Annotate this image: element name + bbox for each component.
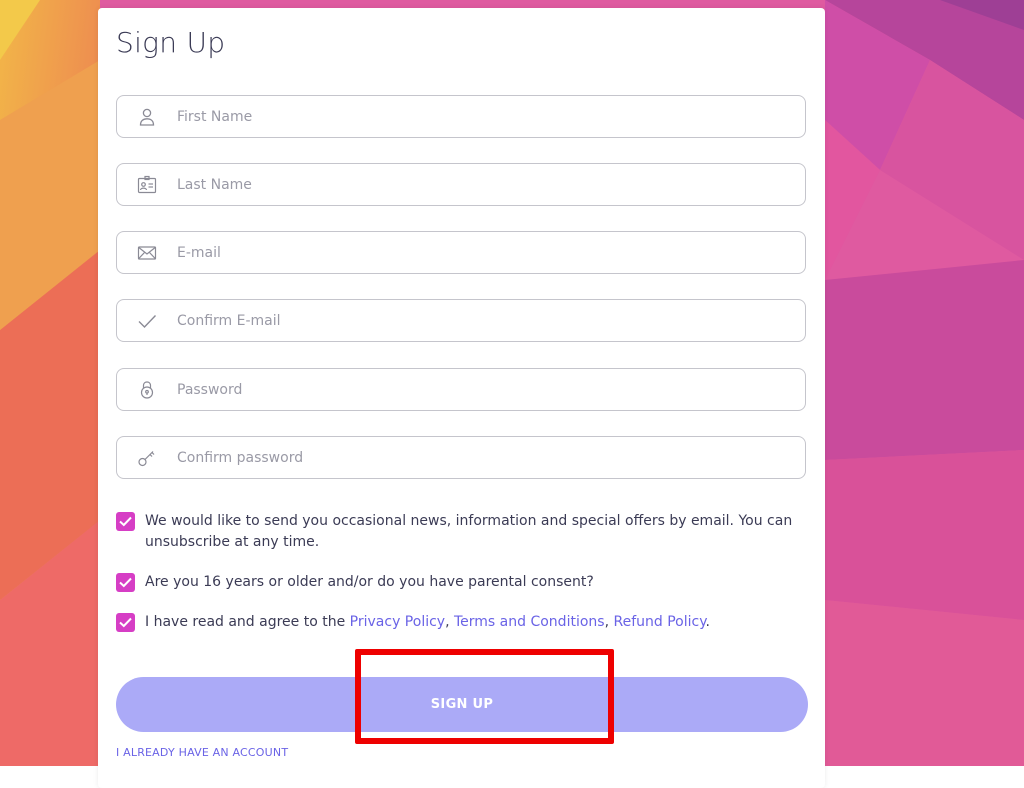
user-icon [137,107,157,127]
highlight-box [355,649,614,744]
key-icon [137,448,157,468]
first-name-input[interactable] [177,96,787,137]
refund-policy-link[interactable]: Refund Policy [613,614,705,630]
policy-agree-checkbox[interactable] [116,613,135,632]
last-name-field[interactable] [116,163,806,206]
age-consent-row: Are you 16 years or older and/or do you … [116,572,806,593]
first-name-field[interactable] [116,95,806,138]
id-card-icon [137,175,157,195]
policy-agree-label: I have read and agree to the Privacy Pol… [145,612,806,633]
lock-icon [137,380,157,400]
envelope-icon [137,243,157,263]
period: . [705,614,710,630]
confirm-email-input[interactable] [177,300,787,341]
news-consent-row: We would like to send you occasional new… [116,511,806,553]
email-input[interactable] [177,232,787,273]
terms-link[interactable]: Terms and Conditions [454,614,605,630]
policy-agree-prefix: I have read and agree to the [145,614,350,630]
policy-agree-row: I have read and agree to the Privacy Pol… [116,612,806,633]
separator: , [445,614,454,630]
confirm-email-field[interactable] [116,299,806,342]
have-account-link[interactable]: I ALREADY HAVE AN ACCOUNT [116,746,288,759]
age-consent-label: Are you 16 years or older and/or do you … [145,574,594,590]
confirm-password-input[interactable] [177,437,787,478]
privacy-policy-link[interactable]: Privacy Policy [350,614,445,630]
confirm-password-field[interactable] [116,436,806,479]
password-input[interactable] [177,369,787,410]
page-title: Sign Up [116,26,226,59]
age-consent-checkbox[interactable] [116,573,135,592]
email-field[interactable] [116,231,806,274]
news-consent-label: We would like to send you occasional new… [145,513,793,550]
last-name-input[interactable] [177,164,787,205]
news-consent-checkbox[interactable] [116,512,135,531]
check-icon [137,311,157,331]
password-field[interactable] [116,368,806,411]
